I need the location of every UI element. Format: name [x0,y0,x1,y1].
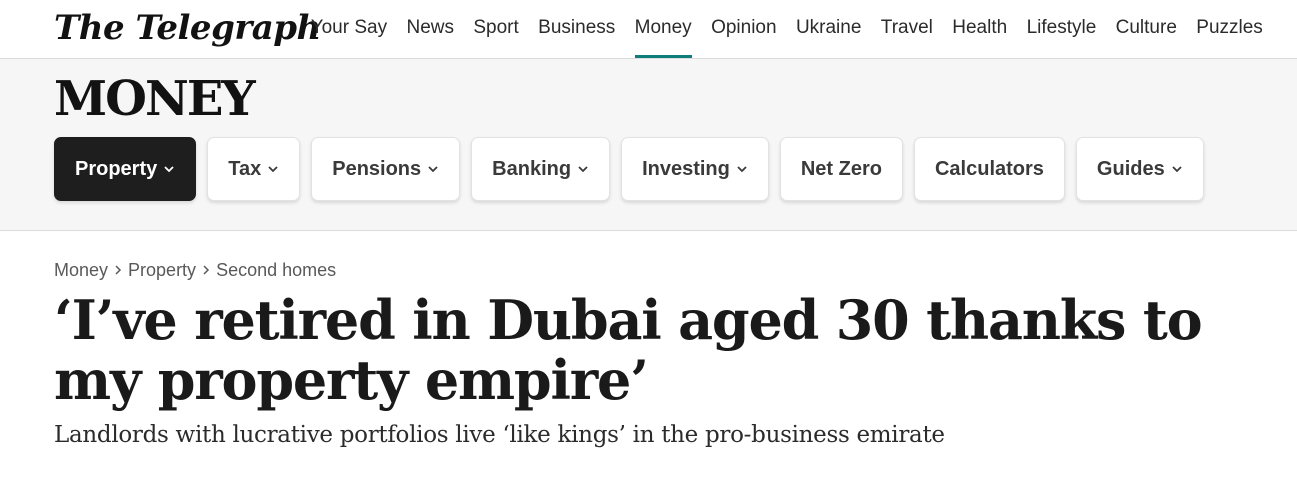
nav-item-your-say[interactable]: Your Say [301,0,397,58]
breadcrumb-second-homes[interactable]: Second homes [216,260,336,281]
section-subnav: Property Tax Pensions Banking Investing … [54,137,1215,201]
chevron-down-icon [163,163,175,175]
nav-item-travel[interactable]: Travel [871,0,942,58]
pill-label: Calculators [934,157,1044,180]
nav-item-puzzles[interactable]: Puzzles [1187,0,1273,58]
pill-label: Tax [228,157,262,180]
section-header: MONEY Property Tax Pensions Banking Inve… [0,59,1297,231]
pill-label: Guides [1096,157,1165,180]
pill-label: Net Zero [800,157,882,180]
chevron-down-icon [1171,163,1183,175]
subnav-pill-calculators[interactable]: Calculators [913,137,1065,201]
pill-label: Investing [642,157,730,180]
subnav-pill-net-zero[interactable]: Net Zero [779,137,903,201]
chevron-down-icon [736,163,748,175]
nav-item-news[interactable]: News [397,0,464,58]
article-standfirst: Landlords with lucrative portfolios live… [54,422,945,448]
nav-item-money[interactable]: Money [625,0,701,58]
subnav-pill-investing[interactable]: Investing [621,137,769,201]
article-headline: ‘I’ve retired in Dubai aged 30 thanks to… [54,288,1203,412]
subnav-pill-guides[interactable]: Guides [1075,137,1204,201]
chevron-right-icon [114,260,122,281]
chevron-down-icon [427,163,439,175]
nav-item-lifestyle[interactable]: Lifestyle [1017,0,1106,58]
chevron-down-icon [577,163,589,175]
subnav-pill-property[interactable]: Property [54,137,197,201]
primary-nav: Your Say News Sport Business Money Opini… [301,0,1272,58]
nav-item-opinion[interactable]: Opinion [701,0,786,58]
nav-item-culture[interactable]: Culture [1106,0,1187,58]
subnav-pill-banking[interactable]: Banking [471,137,611,201]
subnav-pill-pensions[interactable]: Pensions [311,137,461,201]
pill-label: Banking [492,157,572,180]
section-title[interactable]: MONEY [54,73,256,125]
pill-label: Pensions [332,157,422,180]
chevron-right-icon [202,260,210,281]
telegraph-logo[interactable]: The Telegraph [54,6,321,50]
nav-item-sport[interactable]: Sport [464,0,529,58]
pill-label: Property [75,157,158,180]
breadcrumb-property[interactable]: Property [128,260,196,281]
subnav-pill-tax[interactable]: Tax [207,137,301,201]
breadcrumb: Money Property Second homes [54,260,336,281]
chevron-down-icon [267,163,279,175]
nav-item-ukraine[interactable]: Ukraine [786,0,871,58]
nav-item-business[interactable]: Business [528,0,624,58]
nav-item-health[interactable]: Health [943,0,1017,58]
top-bar: The Telegraph Your Say News Sport Busine… [0,0,1297,59]
breadcrumb-money[interactable]: Money [54,260,108,281]
